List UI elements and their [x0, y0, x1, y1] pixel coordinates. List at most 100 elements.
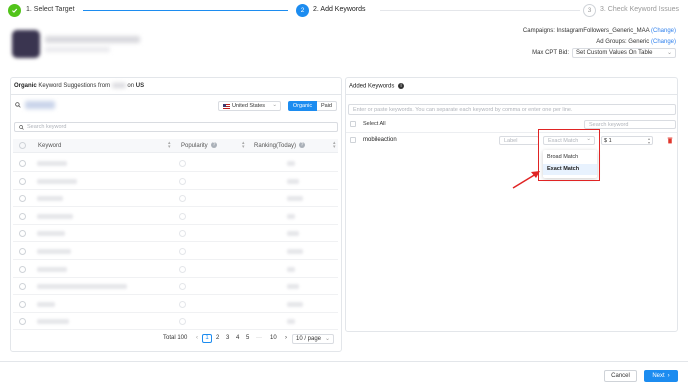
pagination-page-4[interactable]: 4 — [236, 335, 239, 341]
sort-icon[interactable]: ▴ ▾ — [333, 141, 336, 150]
search-icon — [19, 124, 24, 130]
col-ranking: Ranking(Today) — [254, 143, 297, 149]
table-row — [13, 190, 338, 208]
pagination-page-10[interactable]: 10 — [270, 335, 277, 341]
add-keyword-icon[interactable] — [19, 177, 26, 185]
app-search-value — [25, 101, 55, 109]
add-keyword-icon[interactable] — [19, 265, 26, 273]
change-campaign-link[interactable]: (Change) — [651, 28, 676, 34]
table-row — [13, 261, 338, 278]
added-search-input[interactable]: Search keyword — [584, 120, 676, 129]
step-divider-2 — [380, 10, 580, 11]
cancel-button[interactable]: Cancel — [604, 370, 637, 382]
app-icon — [12, 30, 40, 58]
keyword-row-checkbox[interactable] — [350, 137, 356, 143]
keyword-row: mobileaction Label Exact Match ⌄ $ 1 ▴ ▾ — [346, 134, 677, 148]
keyword-search-input[interactable]: Search keyword — [14, 122, 338, 132]
added-search-placeholder: Search keyword — [589, 121, 629, 128]
select-all-checkbox[interactable] — [350, 121, 356, 127]
ranking-cell — [287, 231, 299, 237]
title-on: on — [127, 83, 135, 90]
section-divider — [346, 94, 677, 95]
adgroups-label: Ad Groups: Generic — [596, 39, 650, 45]
keyword-cell — [37, 161, 67, 166]
add-keyword-icon[interactable] — [19, 195, 26, 203]
bid-value: $ 1 — [604, 137, 612, 144]
add-keyword-icon[interactable] — [19, 212, 26, 220]
popularity-cell — [179, 265, 186, 273]
pagination-page-1[interactable]: 1 — [202, 334, 212, 343]
step3-number: 3 — [583, 4, 596, 17]
campaigns-info: Campaigns: InstagramFollowers_Generic_MA… — [523, 28, 676, 34]
add-keyword-icon[interactable] — [19, 160, 26, 167]
table-row — [13, 243, 338, 260]
ranking-cell — [287, 319, 295, 325]
stepper: 1. Select Target 2 2. Add Keywords 3 3. … — [8, 3, 684, 19]
add-keyword-icon[interactable] — [19, 248, 26, 255]
pagination-page-3[interactable]: 3 — [226, 335, 229, 341]
adgroups-info: Ad Groups: Generic (Change) — [596, 39, 676, 45]
pagination-prev[interactable]: ‹ — [196, 335, 198, 341]
ranking-cell — [287, 196, 303, 202]
add-keyword-icon[interactable] — [19, 283, 26, 291]
add-keyword-icon[interactable] — [19, 230, 26, 238]
keyword-cell — [37, 249, 71, 254]
table-header: Keyword ▴ ▾ Popularity ? ▴ ▾ Ranking(Today… — [13, 139, 338, 153]
next-button[interactable]: Next › — [644, 370, 678, 382]
app-subtitle — [45, 47, 110, 52]
pagination-next[interactable]: › — [285, 335, 287, 341]
add-all-icon[interactable] — [19, 142, 26, 149]
step2-label: 2. Add Keywords — [313, 6, 366, 13]
maxcpt-label: Max CPT Bid: — [532, 50, 569, 56]
pagination-ellipsis[interactable]: ··· — [256, 335, 262, 341]
add-keyword-icon[interactable] — [19, 300, 26, 308]
added-keywords-title: Added Keywords — [349, 83, 395, 90]
pagination-total: Total 100 — [163, 335, 188, 341]
sort-icon[interactable]: ▴ ▾ — [168, 141, 171, 150]
pagination-page-5[interactable]: 5 — [246, 335, 249, 341]
maxcpt-info: Max CPT Bid: Set Custom Values On Table … — [532, 48, 676, 58]
maxcpt-select[interactable]: Set Custom Values On Table ⌄ — [572, 48, 676, 58]
keyword-cell — [37, 284, 127, 290]
title-rest: Keyword Suggestions from — [38, 83, 111, 90]
app-name-blur — [111, 83, 126, 88]
ranking-cell — [287, 284, 299, 290]
app-name — [45, 36, 140, 43]
keyword-cell — [37, 178, 77, 184]
page-size-select[interactable]: 10 / page ⌄ — [292, 334, 334, 344]
next-label: Next — [652, 373, 665, 379]
stepper-arrows-icon[interactable]: ▴ ▾ — [648, 137, 650, 145]
paid-toggle[interactable]: Paid — [317, 101, 337, 111]
change-adgroup-link[interactable]: (Change) — [651, 39, 676, 45]
section-divider — [11, 94, 341, 95]
chevron-down-icon: ⌄ — [666, 50, 672, 56]
table-row — [13, 155, 338, 172]
app-search[interactable] — [15, 100, 75, 110]
keyword-cell — [37, 231, 65, 237]
section-divider — [346, 132, 677, 133]
delete-icon[interactable] — [667, 137, 673, 144]
table-row — [13, 296, 338, 313]
popularity-cell — [179, 195, 186, 203]
page-size-value: 10 / page — [296, 336, 322, 342]
ranking-cell — [287, 178, 299, 184]
us-flag-icon — [223, 103, 230, 109]
keyword-suggestions-panel: Organic Keyword Suggestions from on US U… — [10, 77, 342, 352]
title-country: US — [135, 83, 145, 90]
sort-icon[interactable]: ▴ ▾ — [242, 141, 245, 150]
label-input[interactable]: Label — [499, 136, 539, 145]
pagination-page-2[interactable]: 2 — [216, 335, 219, 341]
keyword-entry-textarea[interactable]: Enter or paste keywords. You can separat… — [348, 104, 676, 115]
add-keyword-icon[interactable] — [19, 318, 26, 326]
country-select[interactable]: United States ⌄ — [218, 101, 281, 111]
organic-toggle[interactable]: Organic — [288, 101, 317, 111]
chevron-right-icon: › — [667, 373, 670, 379]
popularity-cell — [179, 177, 186, 185]
info-icon: ? — [299, 142, 305, 148]
bid-input[interactable]: $ 1 ▴ ▾ — [601, 136, 653, 145]
added-keywords-panel: Added Keywords i Enter or paste keywords… — [345, 77, 678, 332]
ranking-cell — [287, 266, 295, 272]
chevron-down-icon: ⌄ — [324, 336, 330, 342]
table-row — [13, 225, 338, 243]
step1-label: 1. Select Target — [26, 6, 75, 13]
